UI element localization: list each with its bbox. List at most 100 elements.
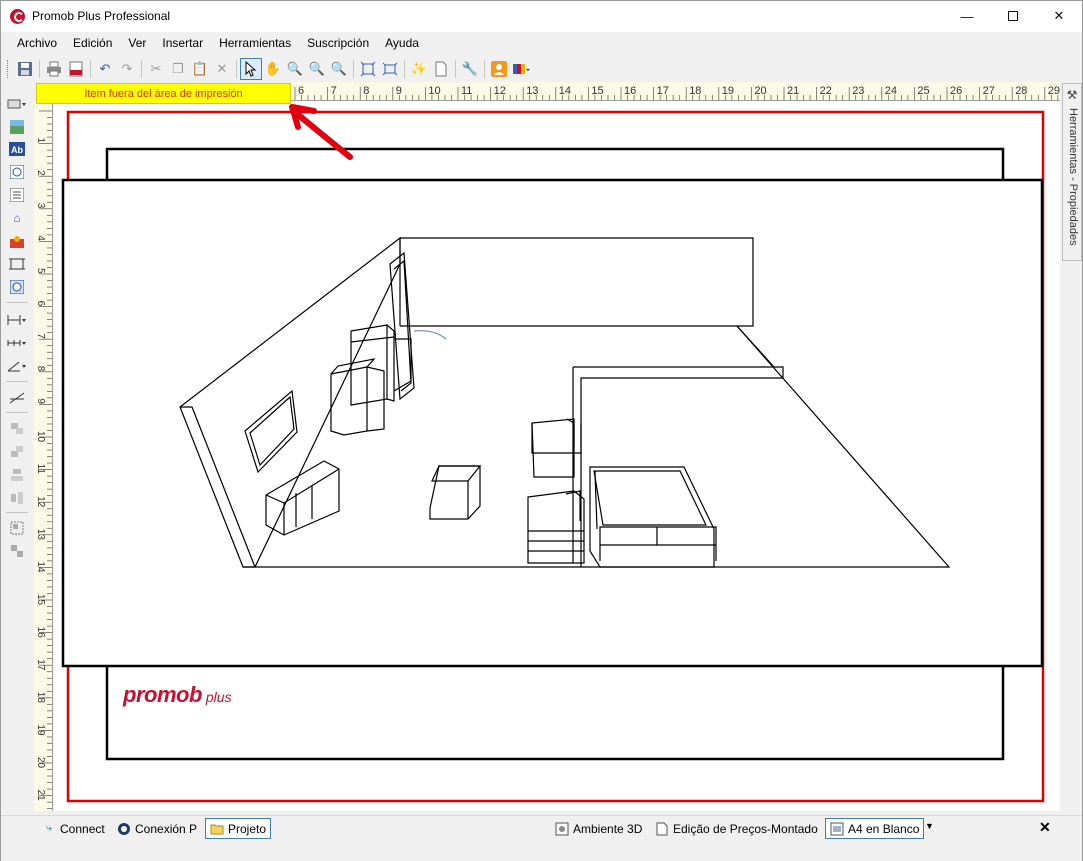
align-top-icon[interactable] — [6, 419, 28, 439]
tabs-dropdown-icon[interactable]: ▼ — [925, 821, 934, 831]
ruler-label: 14 — [559, 85, 571, 97]
ruler-label: 21 — [787, 85, 799, 97]
pan-hand-icon[interactable]: ✋ — [262, 58, 284, 80]
ruler-label: 8 — [35, 366, 46, 372]
ruler-label: 11 — [461, 85, 472, 97]
view-tool-icon[interactable] — [6, 162, 28, 182]
cut-icon[interactable]: ✂ — [145, 58, 167, 80]
ruler-label: 12 — [35, 496, 46, 508]
pdf-icon[interactable] — [65, 58, 87, 80]
save-icon[interactable] — [14, 58, 36, 80]
ungroup-icon[interactable] — [6, 541, 28, 561]
minimize-button[interactable]: — — [944, 1, 990, 31]
ruler-label: 9 — [35, 398, 46, 404]
ruler-label: 17 — [35, 659, 46, 671]
copy-icon[interactable]: ❐ — [167, 58, 189, 80]
main-toolbar: ↶ ↷ ✂ ❐ 📋 ✕ ✋ 🔍 🔍 🔍 ✨ 🔧 — [1, 55, 1082, 82]
left-toolbar: Ab ⌂ — [1, 88, 34, 568]
toolbar-grip[interactable] — [7, 59, 10, 78]
ruler-label: 19 — [722, 85, 734, 97]
distribute-icon[interactable] — [6, 488, 28, 508]
menu-edicion[interactable]: Edición — [65, 32, 120, 54]
dimension-horizontal-icon[interactable] — [6, 310, 28, 330]
ruler-label: 2 — [35, 170, 46, 176]
ruler-label: 8 — [363, 85, 369, 97]
close-button[interactable]: ✕ — [1036, 1, 1082, 31]
ruler-label: 27 — [983, 85, 995, 97]
menu-insertar[interactable]: Insertar — [154, 32, 211, 54]
ruler-label: 6 — [35, 301, 46, 307]
maximize-icon — [1008, 11, 1018, 21]
ruler-label: 1 — [35, 138, 46, 144]
zoom-extents-icon[interactable] — [357, 58, 379, 80]
menu-suscripcion[interactable]: Suscripción — [299, 32, 377, 54]
select-pointer-icon[interactable] — [240, 57, 262, 80]
print-icon[interactable] — [43, 58, 65, 80]
list-tool-icon[interactable] — [6, 185, 28, 205]
group-icon[interactable] — [6, 518, 28, 538]
close-tab-icon[interactable]: ✕ — [1039, 819, 1051, 836]
side-panel-label: Herramientas - Propiedades — [1067, 108, 1079, 246]
bracket-tool-icon[interactable] — [6, 254, 28, 274]
tab-conexion-p-label: Conexión P — [135, 821, 198, 836]
logo-main-text: promob — [123, 682, 202, 707]
text-tool-icon[interactable]: Ab — [6, 139, 28, 159]
toolbar-separator — [353, 59, 354, 78]
tools-icon: ⚒ — [1066, 88, 1078, 102]
clock-tool-icon[interactable] — [6, 277, 28, 297]
rectangle-tool-icon[interactable] — [6, 94, 28, 114]
menu-herramientas[interactable]: Herramientas — [211, 32, 299, 54]
maximize-button[interactable] — [990, 1, 1036, 31]
image-tool-icon[interactable] — [6, 117, 28, 137]
render-tool-icon[interactable] — [6, 232, 28, 252]
ruler-label: 20 — [35, 757, 46, 769]
menu-ver[interactable]: Ver — [120, 32, 154, 54]
dimension-angle-icon[interactable] — [6, 356, 28, 376]
document-icon — [655, 822, 669, 836]
tools-properties-panel[interactable]: ⚒ Herramientas - Propiedades — [1062, 83, 1082, 261]
ruler-label: 7 — [35, 333, 46, 339]
tab-ambiente-3d-label: Ambiente 3D — [573, 821, 643, 836]
align-bottom-icon[interactable] — [6, 442, 28, 462]
paste-icon[interactable]: 📋 — [189, 58, 211, 80]
zoom-in-icon[interactable]: 🔍 — [284, 58, 306, 80]
zoom-fit-icon[interactable]: 🔍 — [328, 58, 350, 80]
vertical-ruler: 1 2 3 4 5 6 7 8 9 10 11 12 13 14 15 16 17 18 19 20 21 — [34, 101, 53, 811]
tab-connect[interactable]: ⤷ Connect — [38, 818, 109, 839]
tab-a4-label: A4 en Blanco — [848, 821, 920, 836]
align-center-icon[interactable] — [6, 465, 28, 485]
color-palette-icon[interactable] — [510, 58, 532, 80]
user-icon[interactable] — [488, 58, 510, 80]
ruler-label: 25 — [917, 85, 929, 97]
dimension-chain-icon[interactable] — [6, 333, 28, 353]
ruler-label: 24 — [885, 85, 897, 97]
tab-conexion-p[interactable]: Conexión P — [113, 818, 201, 839]
menu-ayuda[interactable]: Ayuda — [377, 32, 427, 54]
print-area-warning: Item fuera del área de impresión — [36, 83, 291, 104]
tab-edicao-precos[interactable]: Edição de Preços-Montado — [651, 818, 822, 839]
tab-a4-en-blanco[interactable]: A4 en Blanco — [825, 818, 925, 839]
tab-projeto[interactable]: Projeto — [205, 818, 272, 839]
ruler-label: 18 — [35, 692, 46, 704]
blank-page-icon[interactable] — [430, 58, 452, 80]
window-title: Promob Plus Professional — [32, 9, 171, 23]
camera-view-icon[interactable]: ⌂ — [6, 208, 28, 228]
ruler-label: 16 — [624, 85, 636, 97]
properties-icon[interactable]: 🔧 — [459, 58, 481, 80]
menu-archivo[interactable]: Archivo — [9, 32, 65, 54]
left-toolbar-separator — [6, 512, 28, 513]
folder-icon — [210, 822, 224, 836]
delete-icon[interactable]: ✕ — [211, 58, 233, 80]
dimension-oblique-icon[interactable] — [6, 388, 28, 408]
toolbar-separator — [39, 59, 40, 78]
redo-icon[interactable]: ↷ — [116, 58, 138, 80]
ruler-label: 4 — [35, 235, 46, 241]
tab-ambiente-3d[interactable]: Ambiente 3D — [551, 818, 646, 839]
new-layout-icon[interactable]: ✨ — [408, 58, 430, 80]
left-toolbar-separator — [6, 412, 28, 413]
ruler-label: 11 — [35, 464, 46, 475]
zoom-page-icon[interactable] — [379, 58, 401, 80]
undo-icon[interactable]: ↶ — [94, 58, 116, 80]
zoom-out-icon[interactable]: 🔍 — [306, 58, 328, 80]
ruler-label: 19 — [35, 724, 46, 736]
